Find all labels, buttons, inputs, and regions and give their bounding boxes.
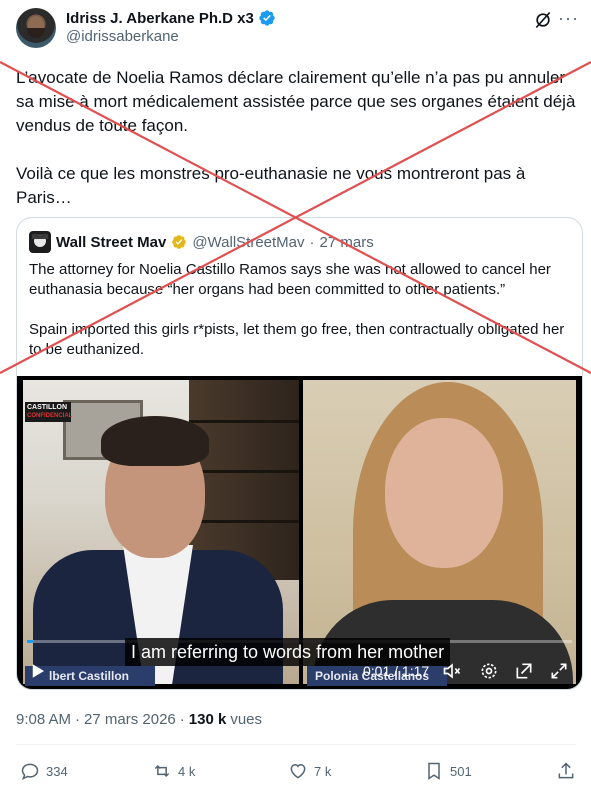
like-count: 7 k (314, 763, 332, 779)
quoted-tweet[interactable]: Wall Street Mav @WallStreetMav · 27 mars… (16, 217, 583, 690)
more-options-icon[interactable]: ··· (558, 8, 579, 29)
settings-gear-icon[interactable] (479, 661, 499, 681)
gold-verified-badge-icon (172, 235, 187, 249)
fullscreen-icon[interactable] (549, 661, 569, 681)
action-bar: 334 4 k 7 k 501 (16, 758, 576, 784)
meta-separator-2: · (179, 711, 185, 728)
quoted-separator: · (309, 233, 315, 251)
views-label: vues (230, 711, 263, 728)
video-player[interactable]: CASTILLON CONFIDENCIAL lbert Castillon P… (17, 376, 582, 689)
channel-logo: CASTILLON CONFIDENCIAL (25, 402, 72, 422)
tweet-time[interactable]: 9:08 AM (16, 711, 71, 728)
repost-button[interactable]: 4 k (152, 758, 195, 784)
reply-count: 334 (46, 763, 68, 779)
repost-count: 4 k (178, 763, 196, 779)
heart-icon (290, 763, 306, 779)
reply-icon (21, 763, 39, 780)
quoted-avatar (29, 231, 51, 253)
author-name[interactable]: Idriss J. Aberkane Ph.D x3 (66, 10, 254, 27)
tweet-date[interactable]: 27 mars 2026 (84, 711, 176, 728)
like-button[interactable]: 7 k (288, 758, 331, 784)
meta-separator: · (75, 711, 81, 728)
bookmark-count: 501 (450, 763, 472, 779)
quoted-author-handle: @WallStreetMav (192, 233, 305, 251)
video-time: 0:01 / 1:17 (363, 663, 430, 679)
divider (16, 744, 576, 745)
quoted-header: Wall Street Mav @WallStreetMav · 27 mars (29, 231, 374, 253)
verified-badge-icon (259, 10, 275, 26)
play-icon[interactable] (29, 662, 47, 680)
author-name-row: Idriss J. Aberkane Ph.D x3 (66, 8, 276, 28)
volume-muted-icon[interactable] (442, 661, 462, 681)
tweet-header: Idriss J. Aberkane Ph.D x3 @idrissaberka… (16, 8, 581, 52)
quoted-date: 27 mars (319, 233, 374, 251)
reply-button[interactable]: 334 (20, 758, 68, 784)
video-progress-fill (27, 640, 35, 643)
grok-icon[interactable] (533, 10, 553, 30)
picture-in-picture-icon[interactable] (514, 661, 534, 681)
quoted-author-name: Wall Street Mav (56, 233, 167, 251)
bookmark-icon (428, 762, 440, 780)
views-count: 130 k (188, 711, 227, 728)
author-handle[interactable]: @idrissaberkane (66, 28, 179, 45)
share-button[interactable] (556, 758, 576, 784)
tweet-text: L’avocate de Noelia Ramos déclare claire… (16, 68, 576, 207)
bookmark-button[interactable]: 501 (424, 758, 472, 784)
share-icon (558, 762, 574, 779)
repost-icon (154, 764, 170, 778)
author-avatar[interactable] (16, 8, 56, 48)
quoted-text: The attorney for Noelia Castillo Ramos s… (29, 261, 565, 358)
tweet-meta: 9:08 AM · 27 mars 2026 · 130 k vues (16, 711, 262, 728)
